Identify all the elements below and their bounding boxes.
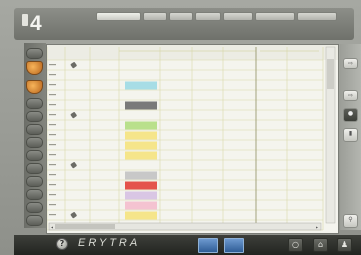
color-swatch-11	[125, 211, 157, 220]
tab-7[interactable]	[297, 12, 337, 21]
user-icon[interactable]: ♟	[337, 238, 352, 252]
tool-icon[interactable]	[26, 48, 43, 59]
row-number	[49, 154, 56, 156]
row-number	[49, 74, 56, 76]
color-swatch-8	[125, 181, 157, 190]
arrow-icon[interactable]: ⇨	[343, 58, 358, 69]
color-swatch-7	[125, 171, 157, 180]
row-number	[49, 94, 56, 96]
color-swatch-1	[125, 81, 157, 90]
tab-3[interactable]	[169, 12, 193, 21]
window-icon-2[interactable]	[224, 238, 244, 253]
row-number	[49, 194, 56, 196]
row-number	[49, 134, 56, 136]
tube-row-icon	[70, 62, 77, 69]
window-icon[interactable]	[198, 238, 218, 253]
tab-4[interactable]	[195, 12, 221, 21]
rack-icon-4[interactable]	[26, 137, 43, 148]
tube-row-icon-4	[70, 212, 77, 219]
tab-2[interactable]	[143, 12, 167, 21]
row-number	[49, 64, 56, 66]
row-number	[49, 164, 56, 166]
rack-icon-3[interactable]	[26, 124, 43, 135]
home-icon[interactable]: ⌂	[313, 238, 328, 252]
rack-icon-8[interactable]	[26, 189, 43, 200]
rack-icon-6[interactable]	[26, 163, 43, 174]
rack-icon-7[interactable]	[26, 176, 43, 187]
tube-row-icon-2	[70, 112, 77, 119]
color-swatch-10	[125, 201, 157, 210]
rack-icon-9[interactable]	[26, 202, 43, 213]
tube-icon[interactable]: ▮	[343, 128, 358, 142]
row-number	[49, 174, 56, 176]
row-number	[49, 144, 56, 146]
rack-icon[interactable]	[26, 98, 43, 109]
color-swatch-4	[125, 131, 157, 140]
rack-icon-2[interactable]	[26, 111, 43, 122]
app-logo-number: 4	[30, 12, 42, 35]
results-table: ◂ ▸	[47, 45, 338, 231]
row-number	[49, 114, 56, 116]
color-swatch-5	[125, 141, 157, 150]
row-number	[49, 204, 56, 206]
arrow-icon-2[interactable]: ⇨	[343, 90, 358, 101]
color-swatch-2	[125, 101, 157, 110]
search-icon[interactable]: ⚲	[343, 214, 358, 228]
tube-row-icon-3	[70, 162, 77, 169]
row-number	[49, 124, 56, 126]
rack-icon-10[interactable]	[26, 215, 43, 226]
help-icon[interactable]: ?	[56, 238, 68, 250]
color-swatch-9	[125, 191, 157, 200]
row-number	[49, 104, 56, 106]
scroll-right-icon: ▸	[316, 225, 318, 230]
circle-icon[interactable]: ○	[288, 238, 303, 252]
vertical-scrollbar-thumb	[327, 59, 334, 89]
row-number	[49, 184, 56, 186]
row-number	[49, 214, 56, 216]
lock-icon[interactable]: ●	[343, 108, 358, 122]
tab-6[interactable]	[255, 12, 295, 21]
tab-1[interactable]	[96, 12, 141, 21]
brand-logo: ERYTRA	[78, 237, 141, 249]
scroll-left-icon: ◂	[51, 225, 53, 230]
table-header	[47, 45, 338, 60]
color-swatch-6	[125, 151, 157, 160]
tab-5[interactable]	[223, 12, 253, 21]
scrollbar-thumb	[55, 224, 115, 229]
row-number	[49, 84, 56, 86]
color-swatch-3	[125, 121, 157, 130]
logo-mark-icon	[22, 14, 28, 26]
rack-icon-5[interactable]	[26, 150, 43, 161]
